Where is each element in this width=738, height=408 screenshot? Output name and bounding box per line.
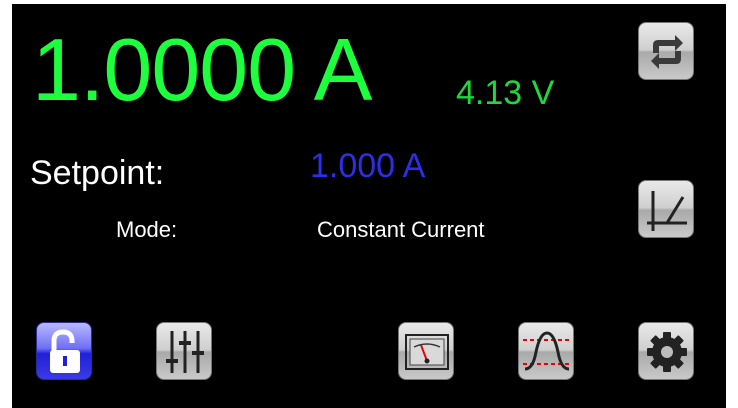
- voltage-readout: 4.13 V: [456, 74, 555, 112]
- lock-button[interactable]: [36, 322, 92, 380]
- waveform-icon: [523, 331, 571, 371]
- ramp-icon: [647, 191, 687, 231]
- meter-button[interactable]: [398, 322, 454, 380]
- display-screen: 1.0000 A 4.13 V Setpoint: 1.000 A Mode: …: [12, 4, 726, 408]
- unlock-icon: [50, 329, 80, 373]
- sliders-button[interactable]: [156, 322, 212, 380]
- ramp-button[interactable]: [638, 180, 694, 238]
- waveform-button[interactable]: [518, 322, 574, 380]
- mode-label: Mode:: [116, 217, 178, 242]
- mode-value: Constant Current: [317, 217, 485, 242]
- refresh-button[interactable]: [638, 22, 694, 80]
- settings-button[interactable]: [638, 322, 694, 380]
- current-readout: 1.0000 A: [32, 20, 372, 119]
- setpoint-value[interactable]: 1.000 A: [310, 149, 425, 183]
- sliders-icon: [166, 331, 204, 373]
- gear-icon: [647, 332, 687, 372]
- setpoint-label: Setpoint:: [30, 154, 165, 192]
- analog-meter-icon: [405, 334, 449, 370]
- refresh-icon: [651, 35, 683, 69]
